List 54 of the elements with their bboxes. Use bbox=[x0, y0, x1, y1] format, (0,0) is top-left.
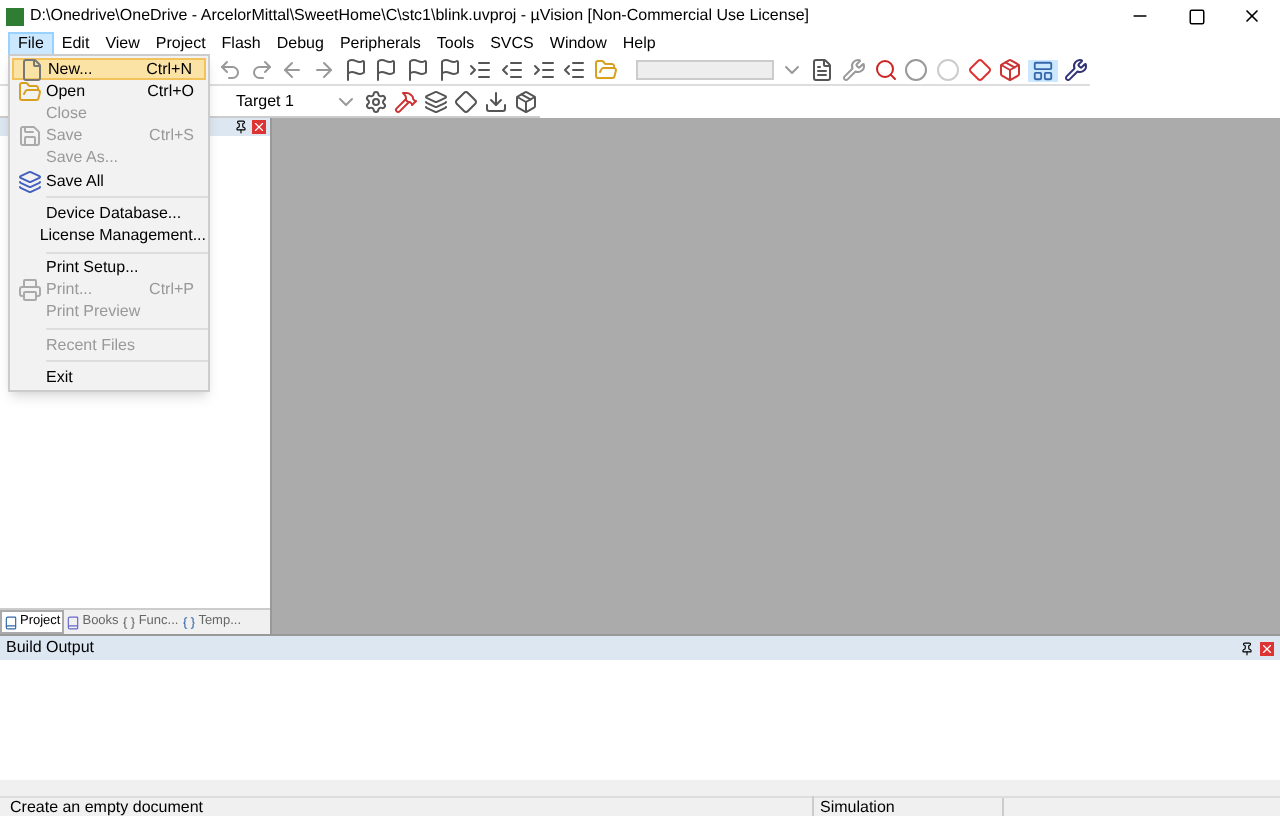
status-message: Create an empty document bbox=[8, 795, 205, 816]
window-layout-button[interactable] bbox=[1028, 59, 1059, 81]
maximize-icon[interactable] bbox=[1187, 7, 1205, 25]
menu-item[interactable]: Edit bbox=[53, 32, 98, 56]
diamond-icon[interactable] bbox=[965, 54, 993, 86]
menu-item[interactable]: License Management... bbox=[12, 224, 206, 247]
search-icon[interactable] bbox=[871, 54, 899, 86]
save-icon bbox=[17, 124, 41, 149]
close-icon[interactable] bbox=[1242, 6, 1262, 26]
braces-icon bbox=[182, 615, 197, 629]
target-select[interactable]: Target 1 bbox=[236, 89, 328, 113]
bookmark-icon[interactable] bbox=[435, 54, 463, 86]
find-field[interactable] bbox=[635, 60, 774, 80]
menu-item[interactable]: Debug bbox=[268, 32, 332, 56]
bookmark-icon[interactable] bbox=[372, 54, 401, 86]
menu-item[interactable]: SVCS bbox=[482, 32, 542, 56]
bookmark-icon[interactable] bbox=[341, 54, 369, 86]
new-file-icon bbox=[19, 57, 43, 82]
package-icon[interactable] bbox=[513, 85, 540, 117]
circle-icon[interactable] bbox=[902, 54, 931, 86]
printer-icon bbox=[17, 278, 41, 303]
menu-item[interactable]: View bbox=[97, 32, 148, 56]
document-icon[interactable] bbox=[808, 54, 837, 86]
menu-item[interactable]: Save All bbox=[12, 169, 206, 193]
layers-icon[interactable] bbox=[422, 85, 450, 117]
folder-icon bbox=[17, 79, 41, 104]
book-icon bbox=[66, 615, 81, 629]
braces-icon bbox=[122, 615, 137, 629]
scrollbar[interactable] bbox=[0, 780, 1280, 796]
menu-item[interactable]: Help bbox=[614, 32, 664, 56]
pin-icon[interactable] bbox=[1240, 641, 1254, 655]
window-title: D:\Onedrive\OneDrive - ArcelorMittal\SweetHome\C\stc1\blink.uvproj - µVision [Non-Commercial Use License] bbox=[30, 4, 809, 28]
menu-item[interactable]: File bbox=[8, 32, 54, 56]
menu-item[interactable]: Exit bbox=[12, 366, 206, 389]
menu-item[interactable]: Flash bbox=[213, 32, 269, 56]
pin-icon[interactable] bbox=[234, 120, 248, 134]
options-icon[interactable] bbox=[362, 85, 389, 117]
menu-item[interactable]: New... Ctrl+N bbox=[12, 58, 206, 81]
book-icon bbox=[4, 615, 18, 629]
diamond-icon[interactable] bbox=[453, 85, 480, 117]
save-all-icon bbox=[17, 169, 41, 194]
app-icon bbox=[6, 7, 24, 25]
bookmark-icon[interactable] bbox=[404, 54, 432, 86]
menu-item[interactable]: Window bbox=[541, 32, 615, 56]
menu-item[interactable]: Tools bbox=[428, 32, 483, 56]
menu-item[interactable]: Project bbox=[147, 32, 214, 56]
menu-item[interactable]: Peripherals bbox=[331, 32, 429, 56]
package-icon[interactable] bbox=[997, 54, 1025, 86]
menu-item[interactable]: Device Database... bbox=[12, 202, 206, 225]
wrench-icon[interactable] bbox=[1062, 54, 1090, 86]
menu-item[interactable]: Open Ctrl+O bbox=[12, 80, 206, 103]
status-mode: Simulation bbox=[812, 795, 1002, 816]
panel-title: Build Output bbox=[6, 636, 95, 660]
menu-item[interactable]: Print Setup... bbox=[12, 257, 206, 280]
